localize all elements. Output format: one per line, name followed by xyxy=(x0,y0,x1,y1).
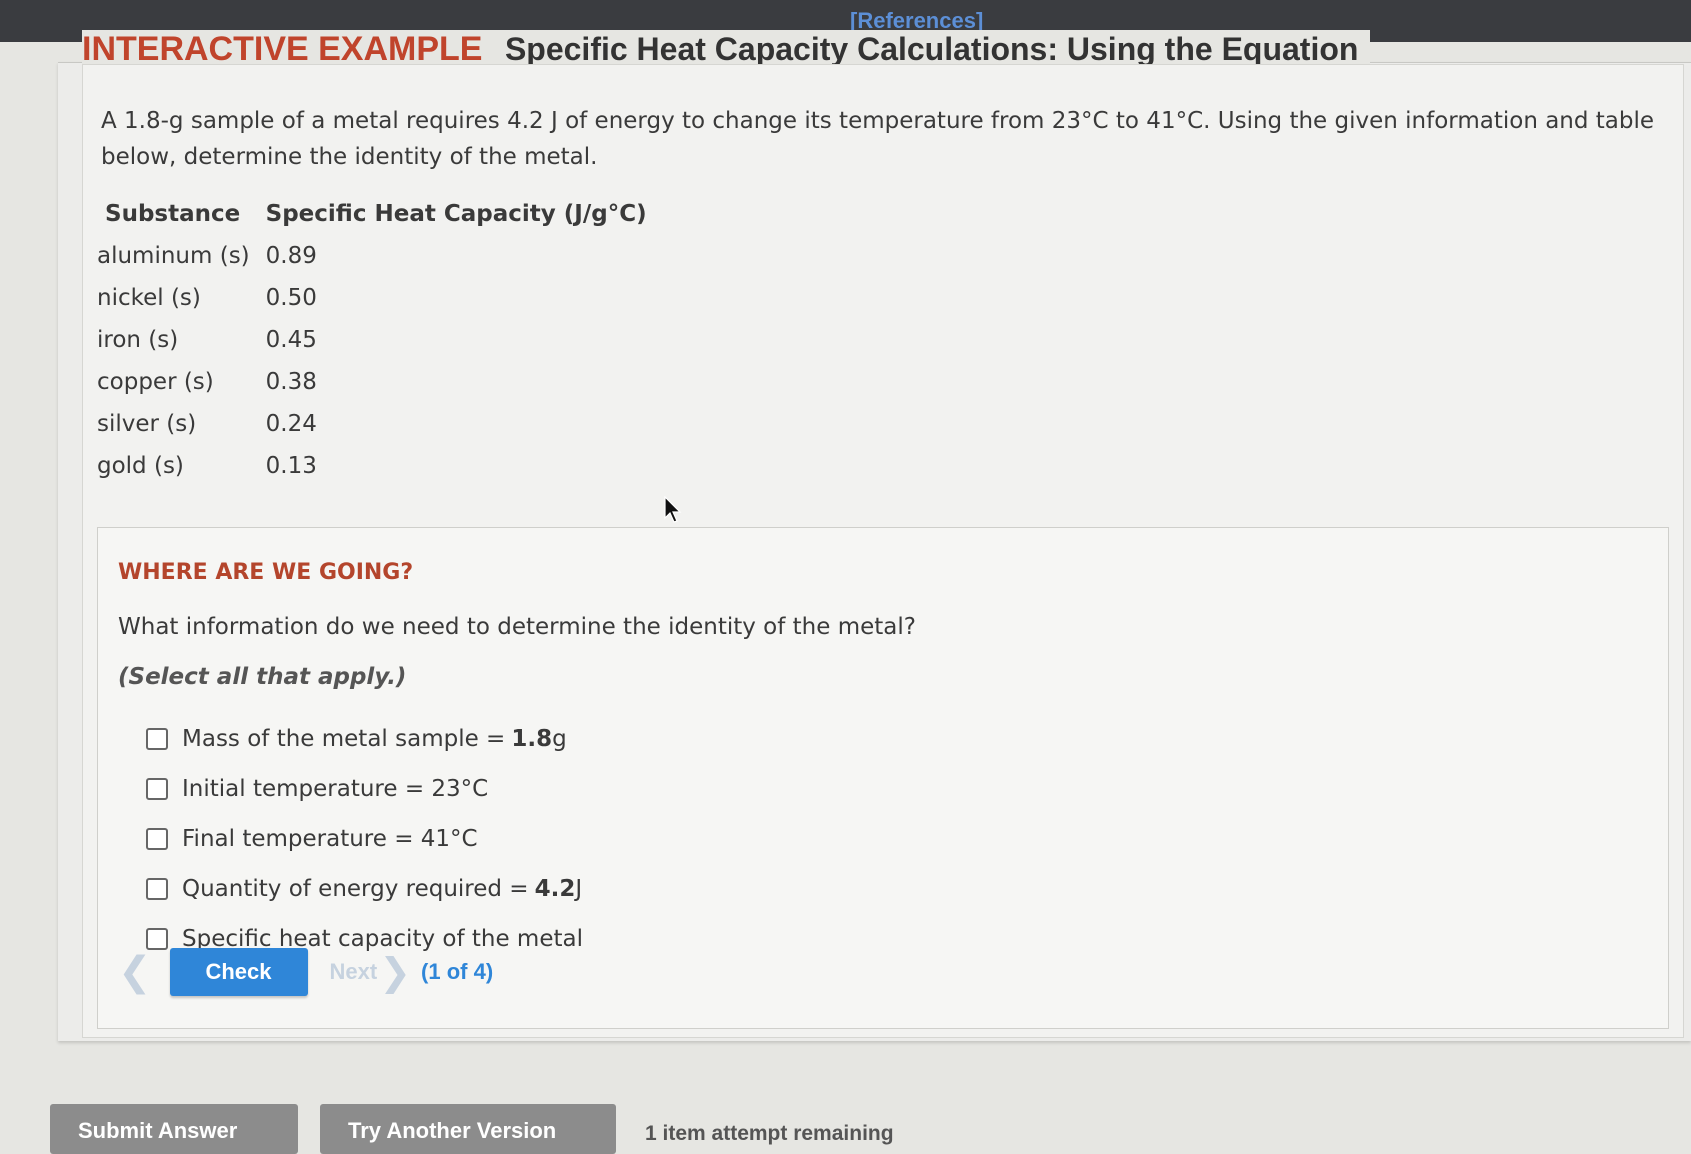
option-unit: g xyxy=(552,726,567,752)
heat-capacity-cell: 0.38 xyxy=(265,369,317,395)
checkbox[interactable] xyxy=(146,878,168,900)
substance-cell: nickel (s) xyxy=(97,285,201,311)
table-row: copper (s) 0.38 xyxy=(97,361,655,403)
column-header-substance: Substance xyxy=(105,201,241,227)
option-label: Mass of the metal sample = xyxy=(182,726,506,752)
section-heading: WHERE ARE WE GOING? xyxy=(118,560,414,585)
option-value: 1.8 xyxy=(511,726,553,752)
column-header-heat-capacity: Specific Heat Capacity (J/g°C) xyxy=(265,201,647,227)
problem-statement: A 1.8-g sample of a metal requires 4.2 J… xyxy=(101,108,1655,170)
option-label: Quantity of energy required = xyxy=(182,876,529,902)
substance-cell: iron (s) xyxy=(97,327,179,353)
option-value: 4.2 xyxy=(534,876,576,902)
specific-heat-table: Substance Specific Heat Capacity (J/g°C)… xyxy=(97,195,655,487)
option-mass[interactable]: Mass of the metal sample = 1.8 g xyxy=(146,714,583,764)
mouse-cursor-icon xyxy=(664,496,682,523)
option-unit: J xyxy=(575,876,583,902)
substance-cell: aluminum (s) xyxy=(97,243,250,269)
heat-capacity-cell: 0.50 xyxy=(265,285,317,311)
try-another-version-button[interactable]: Try Another Version xyxy=(320,1104,616,1154)
select-all-instruction: (Select all that apply.) xyxy=(118,664,407,690)
option-initial-temperature[interactable]: Initial temperature = 23°C xyxy=(146,764,583,814)
table-row: nickel (s) 0.50 xyxy=(97,277,655,319)
option-final-temperature[interactable]: Final temperature = 41°C xyxy=(146,814,583,864)
table-row: iron (s) 0.45 xyxy=(97,319,655,361)
table-header-row: Substance Specific Heat Capacity (J/g°C) xyxy=(97,195,655,235)
example-title: Specific Heat Capacity Calculations: Usi… xyxy=(504,31,1359,67)
guided-step-panel: WHERE ARE WE GOING? What information do … xyxy=(97,527,1669,1029)
table-row: gold (s) 0.13 xyxy=(97,445,655,487)
step-question: What information do we need to determine… xyxy=(118,614,916,640)
attempts-remaining: 1 item attempt remaining xyxy=(645,1122,894,1145)
check-button[interactable]: Check xyxy=(169,948,308,996)
table-row: silver (s) 0.24 xyxy=(97,403,655,445)
option-energy[interactable]: Quantity of energy required = 4.2 J xyxy=(146,864,583,914)
checkbox[interactable] xyxy=(146,728,168,750)
checkbox[interactable] xyxy=(146,828,168,850)
checkbox[interactable] xyxy=(146,778,168,800)
heat-capacity-cell: 0.13 xyxy=(265,453,317,479)
submit-answer-button[interactable]: Submit Answer xyxy=(50,1104,298,1154)
next-button[interactable]: Next xyxy=(330,959,378,985)
example-content: A 1.8-g sample of a metal requires 4.2 J… xyxy=(82,64,1684,1038)
substance-cell: silver (s) xyxy=(97,411,197,437)
option-label: Final temperature = 41°C xyxy=(182,826,478,852)
heat-capacity-cell: 0.45 xyxy=(265,327,317,353)
heat-capacity-cell: 0.89 xyxy=(265,243,317,269)
interactive-example-label: INTERACTIVE EXAMPLE xyxy=(82,30,483,68)
chevron-left-icon[interactable]: ❮ xyxy=(118,952,152,992)
answer-options: Mass of the metal sample = 1.8 g Initial… xyxy=(146,714,583,964)
substance-cell: gold (s) xyxy=(97,453,184,479)
option-label: Initial temperature = 23°C xyxy=(182,776,489,802)
step-navigation: ❮ Check Next ❯ (1 of 4) xyxy=(118,946,493,998)
substance-cell: copper (s) xyxy=(97,369,214,395)
chevron-right-icon[interactable]: ❯ xyxy=(379,953,411,991)
step-progress: (1 of 4) xyxy=(421,959,494,984)
table-row: aluminum (s) 0.89 xyxy=(97,235,655,277)
heat-capacity-cell: 0.24 xyxy=(265,411,317,437)
